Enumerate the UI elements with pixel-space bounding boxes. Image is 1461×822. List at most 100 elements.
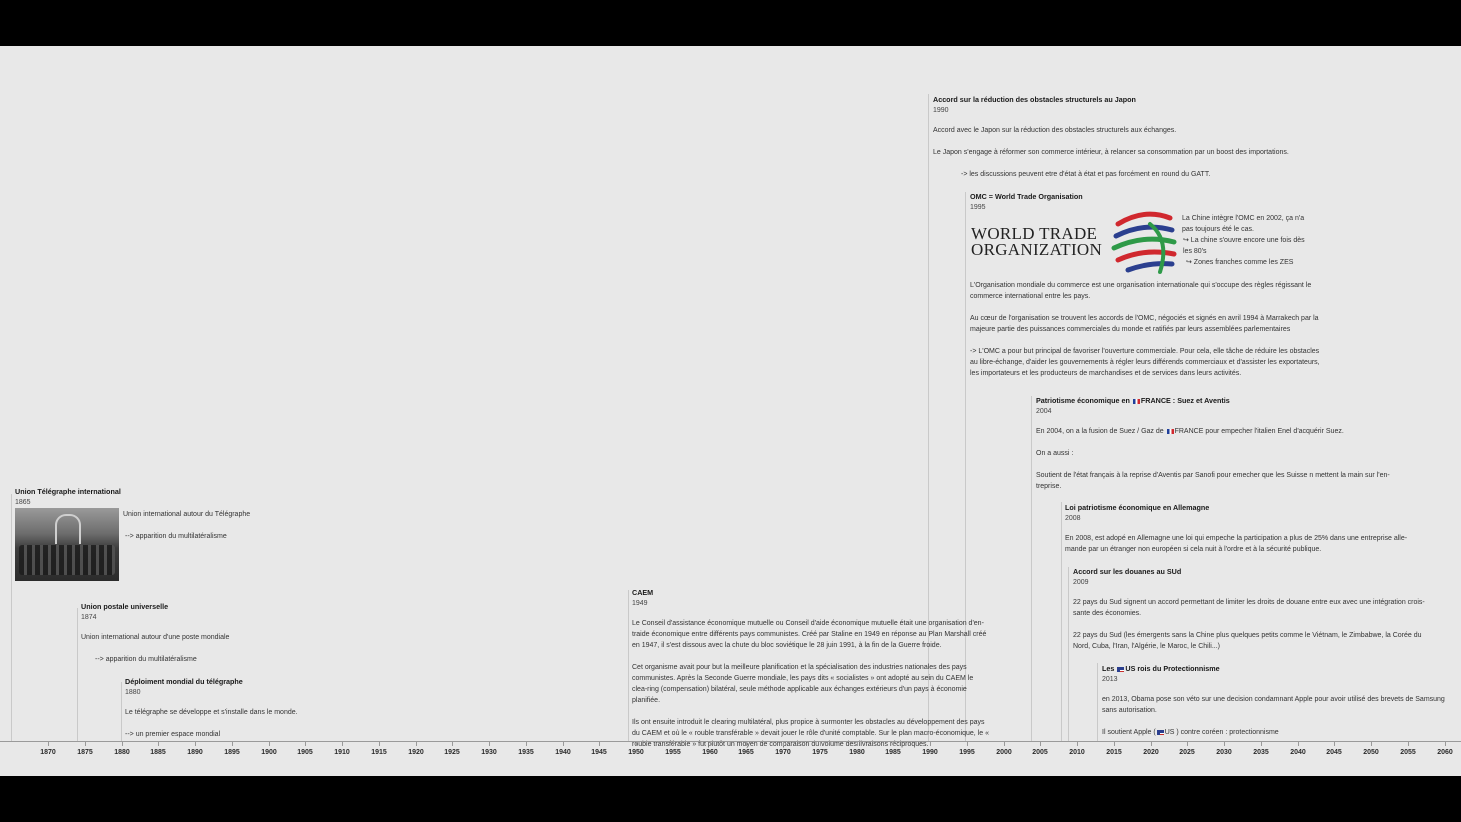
axis-year-label: 1930 (481, 749, 497, 756)
text-part: US ) contre coréen : protectionnisme (1164, 729, 1279, 736)
axis-year-label: 1975 (812, 749, 828, 756)
event-omc-body: L'Organisation mondiale du commerce est … (970, 280, 1328, 390)
axis-year-label: 1925 (444, 749, 460, 756)
event-title: Déploiment mondial du télégraphe (125, 677, 243, 686)
event-text: Union international autour du Télégraphe (123, 511, 251, 518)
axis-tick (342, 742, 343, 746)
event-postal-union[interactable]: Union postale universelle 1874 Union int… (81, 601, 321, 676)
event-japan-accord[interactable]: Accord sur la réduction des obstacles st… (933, 94, 1313, 191)
side-note: ↪ Zones franches comme les ZES (1186, 259, 1294, 266)
event-us-protectionism[interactable]: Les US rois du Protectionnisme 2013 en 2… (1102, 663, 1454, 749)
event-text: 22 pays du Sud signent un accord permett… (1073, 599, 1425, 617)
connector-line (11, 494, 12, 742)
event-telegraph-deploy[interactable]: Déploiment mondial du télégraphe 1880 Le… (125, 676, 365, 751)
axis-year-label: 1965 (738, 749, 754, 756)
event-text: Ils ont ensuite introduit le clearing mu… (632, 719, 989, 748)
axis-tick (305, 742, 306, 746)
axis-year-label: 2020 (1143, 749, 1159, 756)
axis-tick (526, 742, 527, 746)
axis-year-label: 1920 (408, 749, 424, 756)
axis-tick (85, 742, 86, 746)
text-part: En 2004, on a la fusion de Suez / Gaz de (1036, 428, 1166, 435)
axis-tick (1151, 742, 1152, 746)
axis-tick (195, 742, 196, 746)
axis-tick (1077, 742, 1078, 746)
axis-year-label: 1895 (224, 749, 240, 756)
event-france-patriotism[interactable]: Patriotisme économique en FRANCE : Suez … (1036, 395, 1396, 503)
axis-tick (673, 742, 674, 746)
event-text: En 2004, on a la fusion de Suez / Gaz de… (1036, 426, 1396, 437)
text-part: FRANCE pour empecher l'italien Enel d'ac… (1174, 428, 1344, 435)
axis-year-label: 1935 (518, 749, 534, 756)
connector-line (1061, 502, 1062, 742)
axis-year-label: 1955 (665, 749, 681, 756)
axis-year-label: 1950 (628, 749, 644, 756)
axis-tick (232, 742, 233, 746)
axis-tick (710, 742, 711, 746)
axis-year-label: 1870 (40, 749, 56, 756)
axis-tick (379, 742, 380, 746)
connector-line (1097, 663, 1098, 742)
event-title: Loi patriotisme économique en Allemagne (1065, 503, 1210, 512)
event-title: Union postale universelle (81, 602, 169, 611)
axis-tick (1040, 742, 1041, 746)
axis-tick (820, 742, 821, 746)
event-text: En 2008, est adopé en Allemagne une loi … (1065, 535, 1408, 553)
event-text: Accord avec le Japon sur la réduction de… (933, 127, 1177, 134)
axis-tick (1004, 742, 1005, 746)
wto-logo-icon (1111, 211, 1177, 274)
axis-year-label: 1910 (334, 749, 350, 756)
event-title: Accord sur les douanes au SUd (1073, 567, 1182, 576)
timeline-canvas[interactable]: Union Télégraphe international 1865 Unio… (0, 46, 1461, 776)
axis-year-label: 2010 (1069, 749, 1085, 756)
axis-tick (1261, 742, 1262, 746)
axis-year-label: 2030 (1216, 749, 1232, 756)
axis-tick (967, 742, 968, 746)
event-text: L'Organisation mondiale du commerce est … (970, 282, 1312, 300)
axis-tick (158, 742, 159, 746)
axis-year-label: 1990 (922, 749, 938, 756)
axis-tick (416, 742, 417, 746)
axis-tick (1408, 742, 1409, 746)
event-text: Le Japon s'engage à réformer son commerc… (933, 149, 1289, 156)
axis-tick (636, 742, 637, 746)
axis-tick (489, 742, 490, 746)
event-text: Soutient de l'état français à la reprise… (1036, 472, 1390, 490)
connector-line (628, 590, 629, 742)
side-note: La Chine intègre l'OMC en 2002, ça n'a p… (1182, 215, 1305, 233)
event-text: --> un premier espace mondial (125, 731, 221, 738)
event-year: 2013 (1102, 676, 1118, 683)
axis-year-label: 2000 (996, 749, 1012, 756)
axis-tick (930, 742, 931, 746)
event-text: Au cœur de l'organisation se trouvent le… (970, 315, 1319, 333)
event-text: Union international autour d'une poste m… (81, 634, 230, 641)
event-year: 1880 (125, 689, 141, 696)
axis-year-label: 1875 (77, 749, 93, 756)
axis-tick (563, 742, 564, 746)
event-year: 1874 (81, 614, 97, 621)
axis-tick (269, 742, 270, 746)
event-south-customs[interactable]: Accord sur les douanes au SUd 2009 22 pa… (1073, 566, 1433, 663)
us-flag-icon (1117, 666, 1125, 672)
event-text: -> L'OMC a pour but principal de favoris… (970, 348, 1320, 377)
axis-year-label: 2045 (1326, 749, 1342, 756)
event-germany-law[interactable]: Loi patriotisme économique en Allemagne … (1065, 502, 1421, 566)
axis-tick (1187, 742, 1188, 746)
axis-year-label: 1900 (261, 749, 277, 756)
axis-tick (1445, 742, 1446, 746)
wto-logo-text: WORLD TRADE ORGANIZATION (971, 225, 1102, 258)
axis-tick (1334, 742, 1335, 746)
event-caem[interactable]: CAEM 1949 Le Conseil d'assistance économ… (632, 587, 990, 761)
event-year: 1865 (15, 499, 31, 506)
event-text: -> les discussions peuvent etre d'état à… (961, 171, 1211, 178)
axis-tick (1371, 742, 1372, 746)
event-text: --> apparition du multilatéralisme (95, 656, 197, 663)
axis-year-label: 2015 (1106, 749, 1122, 756)
event-title: Les US rois du Protectionnisme (1102, 663, 1454, 674)
title-part: Les (1102, 664, 1117, 673)
axis-year-label: 1940 (555, 749, 571, 756)
connector-line (1068, 567, 1069, 742)
title-part: US rois du Protectionnisme (1125, 664, 1220, 673)
event-telegraph-union-body: Union international autour du Télégraphe… (123, 509, 273, 553)
axis-tick (122, 742, 123, 746)
